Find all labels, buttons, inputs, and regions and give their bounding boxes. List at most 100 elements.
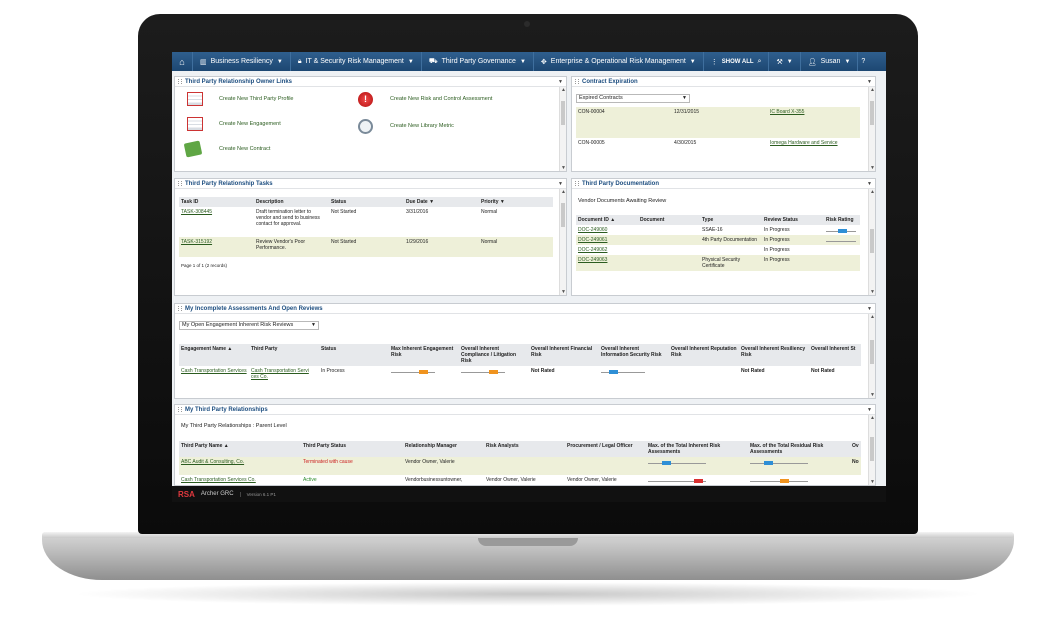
help-icon[interactable]: ? (857, 52, 868, 71)
third-party-link[interactable]: ABC Audit & Consulting, Co. (179, 457, 301, 475)
col-reputation-risk[interactable]: Overall Inherent Reputation Risk (669, 344, 739, 366)
product-name: Archer GRC (200, 491, 234, 497)
engagement-link[interactable]: Cash Transportation Services (179, 366, 249, 386)
drag-handle[interactable] (178, 181, 182, 186)
home-icon[interactable]: ⌂ (172, 57, 192, 67)
risk-gauge (748, 457, 850, 475)
table-row: ABC Audit & Consulting, Co. Terminated w… (179, 457, 861, 475)
chevron-down-icon[interactable]: ▼ (867, 179, 872, 189)
col-document[interactable]: Document (638, 215, 700, 225)
third-party-link[interactable]: Cash Transportation Services Co. (179, 475, 301, 485)
col-relationship-manager[interactable]: Relationship Manager (403, 441, 484, 457)
col-priority[interactable]: Priority ▼ (479, 197, 553, 207)
chevron-down-icon: ▼ (276, 58, 283, 65)
risk-gauge (646, 475, 748, 485)
engagement-form-icon (187, 117, 203, 131)
chevron-down-icon[interactable]: ▼ (867, 304, 872, 314)
assessment-filter-select[interactable]: My Open Engagement Inherent Risk Reviews… (179, 321, 319, 330)
nav-business-resiliency[interactable]: ▥ Business Resiliency ▼ (192, 52, 290, 71)
doc-link[interactable]: DOC-249061 (576, 235, 638, 245)
contract-filter-select[interactable]: Expired Contracts ▼ (576, 94, 690, 103)
col-st-risk[interactable]: Overall Inherent St (809, 344, 861, 366)
col-due-date[interactable]: Due Date ▼ (404, 197, 479, 207)
scrollbar[interactable]: ▲ ▼ (559, 189, 566, 295)
col-status[interactable]: Status (319, 344, 389, 366)
scrollbar[interactable]: ▲ ▼ (868, 415, 875, 485)
col-max-inherent-engagement-risk[interactable]: Max Inherent Engagement Risk (389, 344, 459, 366)
drag-handle[interactable] (178, 407, 182, 412)
contract-link[interactable]: IC Board X-355 (768, 107, 860, 138)
scrollbar[interactable]: ▲ ▼ (868, 87, 875, 171)
task-link[interactable]: TASK-308445 (179, 207, 254, 237)
scrollbar[interactable]: ▲ ▼ (868, 189, 875, 295)
col-third-party-name[interactable]: Third Party Name ▲ (179, 441, 301, 457)
col-procurement-legal[interactable]: Procurement / Legal Officer (565, 441, 646, 457)
task-description: Review Vendor's Poor Performance. (254, 237, 329, 257)
nav-enterprise-risk[interactable]: ✥ Enterprise & Operational Risk Manageme… (532, 52, 703, 71)
link-new-third-party-profile[interactable]: Create New Third Party Profile (219, 96, 293, 102)
col-document-id[interactable]: Document ID ▲ (576, 215, 638, 225)
doc-type: Physical Security Certificate (700, 255, 762, 271)
chevron-down-icon[interactable]: ▼ (867, 405, 872, 415)
sort-asc-icon: ▲ (610, 217, 616, 223)
col-financial-risk[interactable]: Overall Inherent Financial Risk (529, 344, 599, 366)
drag-handle[interactable] (178, 79, 182, 84)
col-review-status[interactable]: Review Status (762, 215, 824, 225)
col-third-party[interactable]: Third Party (249, 344, 319, 366)
col-risk-analysts[interactable]: Risk Analysts (484, 441, 565, 457)
col-max-inherent-risk[interactable]: Max. of the Total Inherent Risk Assessme… (646, 441, 748, 457)
show-all-label: SHOW ALL (721, 58, 754, 65)
risk-gauge (599, 366, 669, 386)
col-ov[interactable]: Ov (850, 441, 861, 457)
doc-link[interactable]: DOC-249060 (576, 225, 638, 235)
task-priority: Normal (481, 209, 498, 215)
panel-title: Third Party Documentation ▼ (572, 179, 875, 189)
nav-label: Enterprise & Operational Risk Management (550, 58, 686, 65)
col-resiliency-risk[interactable]: Overall Inherent Resiliency Risk (739, 344, 809, 366)
scrollbar[interactable]: ▲ ▼ (559, 87, 566, 171)
col-max-residual-risk[interactable]: Max. of the Total Residual Risk Assessme… (748, 441, 850, 457)
col-type[interactable]: Type (700, 215, 762, 225)
scrollbar[interactable]: ▲ ▼ (868, 314, 875, 398)
drag-handle[interactable] (178, 306, 182, 311)
doc-link[interactable]: DOC-249063 (576, 255, 638, 271)
task-status: Not Started (331, 209, 357, 215)
nav-user[interactable]: 👤︎ Susan ▼ (799, 52, 858, 71)
drag-handle[interactable] (575, 79, 579, 84)
col-description[interactable]: Description (254, 197, 329, 207)
link-new-contract[interactable]: Create New Contract (219, 146, 270, 152)
panel-title: My Incomplete Assessments And Open Revie… (175, 304, 875, 314)
third-party-link[interactable]: Cash Transportation Servi ces Co. (249, 366, 319, 386)
link-new-risk-control-assessment[interactable]: Create New Risk and Control Assessment (390, 96, 492, 102)
metric-gauge-icon (358, 119, 373, 134)
user-icon: 👤︎ (807, 58, 817, 66)
nav-tools[interactable]: ⚒ ▼ (768, 52, 799, 71)
task-link[interactable]: TASK-315192 (179, 237, 254, 257)
chevron-down-icon[interactable]: ▼ (558, 179, 563, 189)
nav-it-security[interactable]: 🔒︎ IT & Security Risk Management ▼ (289, 52, 421, 71)
task-description: Draft termination letter to vendor and s… (256, 209, 320, 227)
chevron-down-icon[interactable]: ▼ (867, 77, 872, 87)
chevron-down-icon[interactable]: ▼ (558, 77, 563, 87)
procurement-officer: Vendor Owner, Valerie (567, 477, 617, 483)
contract-link[interactable]: Iomega Hardware and Service (768, 138, 860, 158)
panel-tasks: Third Party Relationship Tasks ▼ Task ID … (174, 178, 567, 296)
link-new-library-metric[interactable]: Create New Library Metric (390, 123, 454, 129)
drag-handle[interactable] (575, 181, 579, 186)
alert-icon: ! (358, 92, 373, 107)
nav-show-all[interactable]: ⋮ SHOW ALL ⌕ (702, 52, 769, 71)
col-engagement-name[interactable]: Engagement Name ▲ (179, 344, 249, 366)
link-new-engagement[interactable]: Create New Engagement (219, 121, 281, 127)
col-third-party-status[interactable]: Third Party Status (301, 441, 403, 457)
nav-third-party[interactable]: ⛟ Third Party Governance ▼ (420, 52, 533, 71)
risk-gauge (824, 225, 860, 235)
relationship-manager: Vendorbusinessuntowner, (405, 477, 463, 483)
col-task-id[interactable]: Task ID (179, 197, 254, 207)
search-icon[interactable]: ⌕ (758, 58, 762, 66)
chevron-down-icon: ▼ (682, 95, 687, 101)
col-compliance-litigation-risk[interactable]: Overall Inherent Compliance / Litigation… (459, 344, 529, 366)
col-information-security-risk[interactable]: Overall Inherent Information Security Ri… (599, 344, 669, 366)
doc-link[interactable]: DOC-249062 (576, 245, 638, 255)
col-risk-rating[interactable]: Risk Rating (824, 215, 860, 225)
col-status[interactable]: Status (329, 197, 404, 207)
